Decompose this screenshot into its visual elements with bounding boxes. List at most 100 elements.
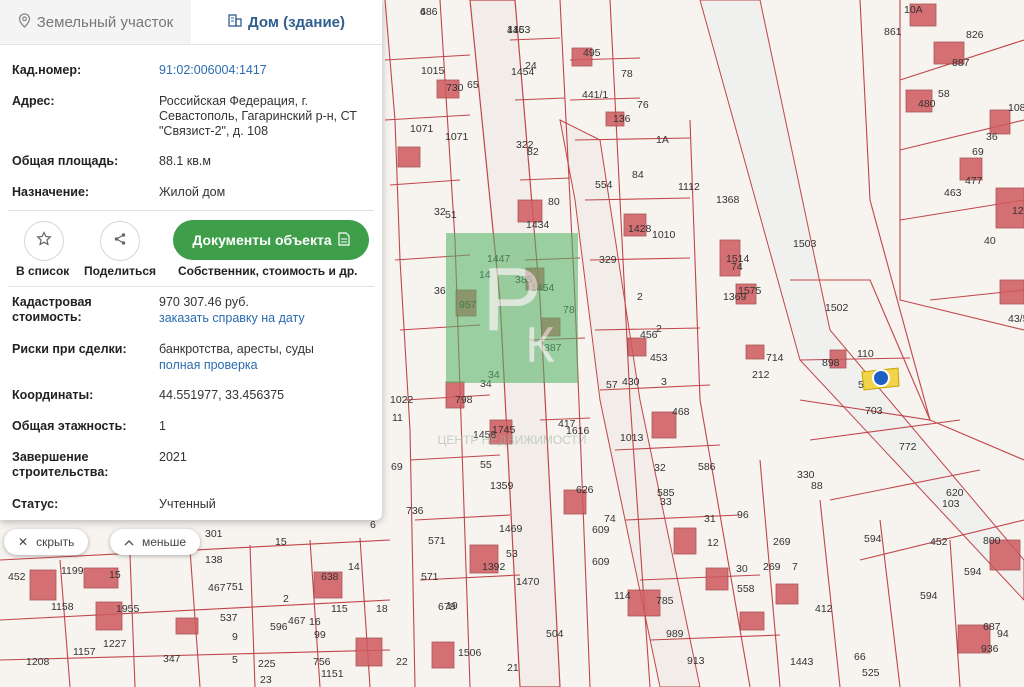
map-pin-icon <box>18 12 31 32</box>
parcel-number-label: 887 <box>952 57 970 69</box>
parcel-number-label: 108 <box>1008 102 1024 114</box>
parcel-number-label: 2 <box>656 323 662 335</box>
parcel-number-label: 1506 <box>458 647 482 659</box>
parcel-number-label: 714 <box>766 352 784 364</box>
area-value: 88.1 кв.м <box>159 154 211 168</box>
parcel-number-label: 225 <box>258 658 276 670</box>
favorite-label: В список <box>16 264 70 278</box>
parcel-number-label: 594 <box>964 566 982 578</box>
divider <box>8 210 374 211</box>
svg-text:ЦЕНТР НЕДВИЖИМОСТИ: ЦЕНТР НЕДВИЖИМОСТИ <box>438 433 587 447</box>
built-row: Завершение строительства: 2021 <box>12 450 372 482</box>
cost-link[interactable]: заказать справку на дату <box>159 311 369 326</box>
parcel-number-label: 736 <box>406 505 424 517</box>
parcel-number-label: 756 <box>313 656 331 668</box>
tab-land-plot-label: Земельный участок <box>36 13 174 31</box>
status-value: Учтенный <box>159 497 216 511</box>
parcel-number-label: 1013 <box>620 432 644 444</box>
parcel-number-label: 9 <box>232 631 238 643</box>
floors-row: Общая этажность: 1 <box>12 419 372 435</box>
cadnum-label: Кад.номер: <box>12 63 82 77</box>
parcel-number-label: 730 <box>446 82 464 94</box>
cost-row: Кадастровая стоимость: 970 307.46 руб. з… <box>12 295 372 329</box>
parcel-number-label: 1392 <box>482 561 506 573</box>
purpose-label: Назначение: <box>12 185 90 199</box>
parcel-number-label: 15 <box>109 569 121 581</box>
risk-link[interactable]: полная проверка <box>159 358 369 373</box>
floors-label: Общая этажность: <box>12 419 127 433</box>
documents-button[interactable]: Документы объекта <box>173 220 369 260</box>
parcel-number-label: 74 <box>604 513 616 525</box>
parcel-number-label: 115 <box>331 603 348 615</box>
parcel-number-label: 480 <box>918 98 936 110</box>
parcel-number-label: 43/5 <box>1008 313 1024 325</box>
parcel-number-label: 638 <box>321 571 339 583</box>
parcel-number-label: 36 <box>986 131 998 143</box>
parcel-number-label: 16 <box>309 616 321 628</box>
parcel-number-label: 18 <box>376 603 388 615</box>
parcel-number-label: 57 <box>606 379 618 391</box>
parcel-number-label: 430 <box>622 376 640 388</box>
parcel-number-label: 114 <box>614 590 631 602</box>
coords-value: 44.551977, 33.456375 <box>159 388 285 402</box>
parcel-number-label: 32 <box>654 462 666 474</box>
parcel-number-label: 609 <box>592 524 610 536</box>
parcel-number-label: 69 <box>972 146 984 158</box>
coords-label: Координаты: <box>12 388 94 402</box>
parcel-number-label: 14 <box>348 561 360 573</box>
parcel-number-label: 525 <box>862 667 880 679</box>
parcel-number-label: 772 <box>899 441 917 453</box>
cadnum-value[interactable]: 91:02:006004:1417 <box>159 63 369 78</box>
parcel-number-label: 78 <box>621 68 633 80</box>
star-icon <box>36 230 52 252</box>
tab-house[interactable]: Дом (здание) <box>191 0 382 44</box>
parcel-number-label: 40 <box>984 235 996 247</box>
parcel-number-label: 15 <box>275 536 287 548</box>
tab-land-plot[interactable]: Земельный участок <box>0 0 191 44</box>
parcel-number-label: 703 <box>865 405 883 417</box>
less-button[interactable]: меньше <box>110 529 201 555</box>
info-panel: Земельный участок Дом (здание) Кад.номер… <box>0 0 382 520</box>
parcel-number-label: 136 <box>613 113 631 125</box>
parcel-number-label: 452 <box>930 536 948 548</box>
parcel-number-label: 82 <box>527 146 539 158</box>
parcel-number-label: 594 <box>920 590 938 602</box>
parcel-number-label: 1227 <box>103 638 127 650</box>
parcel-number-label: 80 <box>548 196 560 208</box>
parcel-number-label: 69 <box>391 461 403 473</box>
parcel-number-label: 23 <box>260 674 272 686</box>
location-marker[interactable] <box>872 369 890 387</box>
parcel-number-label: 10A <box>904 4 923 16</box>
parcel-number-label: 12 <box>707 537 719 549</box>
parcel-number-label: 441/1 <box>582 89 608 101</box>
favorite-button[interactable] <box>24 221 64 261</box>
address-label: Адрес: <box>12 94 55 108</box>
parcel-number-label: 585 <box>657 487 675 499</box>
parcel-number-label: 468 <box>672 406 690 418</box>
share-label: Поделиться <box>84 264 157 278</box>
share-button[interactable] <box>100 221 140 261</box>
cost-value: 970 307.46 руб. <box>159 295 249 309</box>
parcel-number-label: 55 <box>480 459 492 471</box>
parcel-number-label: 571 <box>421 571 439 583</box>
parcel-number-label: 347 <box>163 653 181 665</box>
parcel-number-label: 51 <box>445 209 457 221</box>
risk-value: банкротства, аресты, суды <box>159 342 314 356</box>
parcel-number-label: 1368 <box>716 194 740 206</box>
parcel-number-label: 861 <box>884 26 902 38</box>
parcel-number-label: 6 <box>420 6 426 18</box>
parcel-number-label: 269 <box>763 561 781 573</box>
parcel-number-label: 537 <box>220 612 238 624</box>
coords-row: Координаты: 44.551977, 33.456375 <box>12 388 372 404</box>
divider <box>8 286 374 287</box>
parcel-number-label: 103 <box>942 498 960 510</box>
parcel-number-label: 1157 <box>73 646 96 658</box>
parcel-number-label: 11 <box>392 412 403 424</box>
parcel-number-label: 751 <box>226 581 244 593</box>
parcel-number-label: 269 <box>773 536 791 548</box>
parcel-number-label: 22 <box>396 656 408 668</box>
parcel-number-label: 1503 <box>793 238 817 250</box>
hide-button[interactable]: ✕ скрыть <box>4 529 89 555</box>
parcel-number-label: 913 <box>687 655 705 667</box>
tab-bar: Земельный участок Дом (здание) <box>0 0 382 45</box>
